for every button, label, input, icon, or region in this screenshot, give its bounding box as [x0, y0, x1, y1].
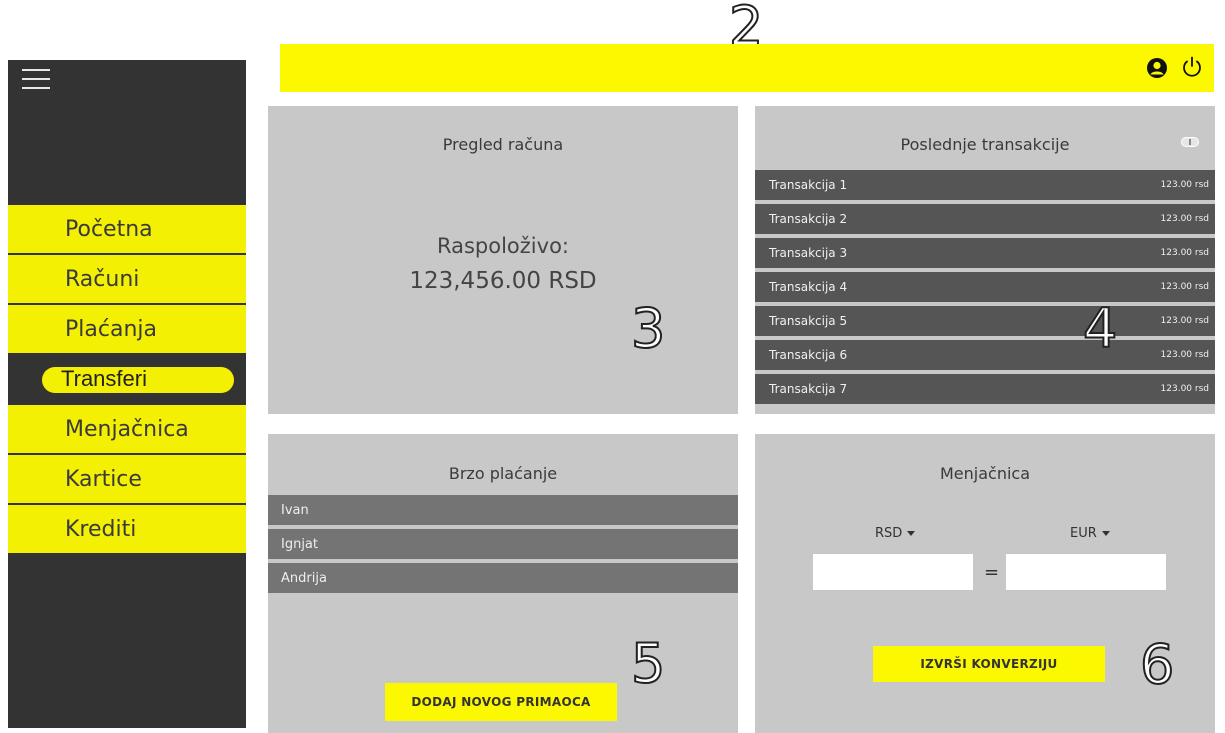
sidebar: Početna Računi Plaćanja Transferi Menjač…	[8, 60, 246, 728]
quick-payment-panel: Brzo plaćanje Ivan Ignjat Andrija DODAJ …	[268, 434, 738, 733]
power-icon[interactable]	[1180, 55, 1204, 79]
transaction-row[interactable]: Transakcija 6 123.00 rsd	[755, 340, 1215, 370]
sidebar-item-label: Transferi	[61, 366, 147, 391]
sidebar-item-pocetna[interactable]: Početna	[8, 205, 246, 255]
transaction-row[interactable]: Transakcija 7 123.00 rsd	[755, 374, 1215, 404]
payee-item[interactable]: Ivan	[268, 495, 738, 525]
sidebar-item-menjacnica[interactable]: Menjačnica	[8, 405, 246, 455]
user-icon[interactable]	[1146, 57, 1168, 79]
equals-sign: =	[984, 562, 1000, 583]
from-amount-input[interactable]	[813, 554, 973, 590]
sidebar-item-krediti[interactable]: Krediti	[8, 505, 246, 555]
sidebar-item-transferi[interactable]: Transferi	[8, 355, 246, 405]
hamburger-icon[interactable]	[22, 69, 50, 91]
sidebar-item-label: Krediti	[65, 516, 137, 542]
payee-item[interactable]: Andrija	[268, 563, 738, 593]
convert-button[interactable]: IZVRŠI KONVERZIJU	[873, 646, 1105, 682]
panel-title: Menjačnica	[939, 464, 1031, 483]
currency-exchange-panel: Menjačnica RSD EUR = IZVRŠI KONVERZIJU 6	[755, 434, 1215, 733]
sidebar-item-placanja[interactable]: Plaćanja	[8, 305, 246, 355]
sidebar-item-racuni[interactable]: Računi	[8, 255, 246, 305]
sidebar-item-label: Menjačnica	[65, 416, 189, 442]
annotation-4: 4	[1082, 297, 1118, 360]
annotation-3: 3	[630, 297, 666, 360]
sidebar-nav: Početna Računi Plaćanja Transferi Menjač…	[8, 205, 246, 555]
annotation-6: 6	[1139, 633, 1175, 696]
sidebar-item-label: Računi	[65, 266, 140, 292]
annotation-5: 5	[630, 632, 666, 695]
transaction-row[interactable]: Transakcija 1 123.00 rsd	[755, 170, 1215, 200]
transaction-row[interactable]: Transakcija 5 123.00 rsd	[755, 306, 1215, 336]
add-new-payee-button[interactable]: DODAJ NOVOG PRIMAOCA	[385, 683, 617, 721]
top-header-bar	[280, 44, 1214, 92]
available-balance: 123,456.00 RSD	[409, 268, 597, 294]
transaction-row[interactable]: Transakcija 2 123.00 rsd	[755, 204, 1215, 234]
panel-title: Brzo plaćanje	[448, 464, 558, 483]
sidebar-item-kartice[interactable]: Kartice	[8, 455, 246, 505]
transaction-row[interactable]: Transakcija 3 123.00 rsd	[755, 238, 1215, 268]
payee-item[interactable]: Ignjat	[268, 529, 738, 559]
sidebar-item-label: Plaćanja	[65, 316, 157, 342]
from-currency-select[interactable]: RSD	[875, 526, 915, 541]
toggle-icon[interactable]	[1181, 137, 1199, 147]
sidebar-item-label: Kartice	[65, 466, 142, 492]
recent-transactions-panel: Poslednje transakcije Transakcija 1 123.0…	[755, 106, 1215, 414]
to-amount-input[interactable]	[1006, 554, 1166, 590]
panel-title: Poslednje transakcije	[900, 135, 1070, 154]
transaction-row[interactable]: Transakcija 4 123.00 rsd	[755, 272, 1215, 302]
panel-title: Pregled računa	[442, 135, 564, 154]
account-overview-panel: Pregled računa Raspoloživo: 123,456.00 R…	[268, 106, 738, 414]
sidebar-item-label: Početna	[65, 216, 153, 242]
to-currency-select[interactable]: EUR	[1070, 526, 1110, 541]
